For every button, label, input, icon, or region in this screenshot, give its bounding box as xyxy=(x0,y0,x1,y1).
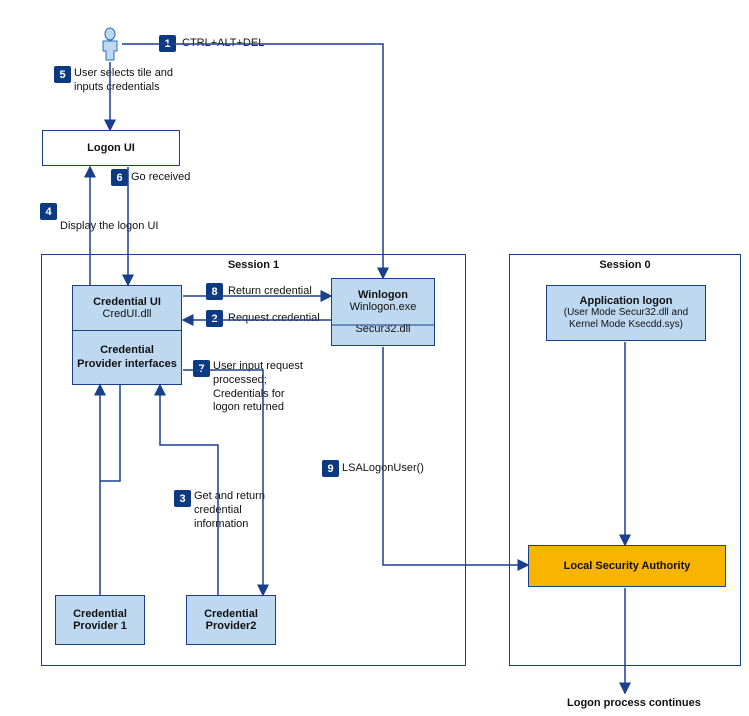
step-9-badge: 9 xyxy=(322,460,339,477)
step-5-badge: 5 xyxy=(54,66,71,83)
step-6-label: Go received xyxy=(131,171,190,185)
session-1-title: Session 1 xyxy=(42,259,465,271)
step-4-badge: 4 xyxy=(40,203,57,220)
cred-ui-title: Credential UI xyxy=(93,296,161,308)
step-7-label: User input request processed; Credential… xyxy=(213,360,308,415)
step-2-label: Request credential xyxy=(228,312,320,326)
step-3-badge: 3 xyxy=(174,490,191,507)
step-5-label: User selects tile and inputs credentials xyxy=(74,67,184,95)
step-4-label: Display the logon UI xyxy=(60,220,158,234)
user-icon xyxy=(99,27,121,64)
box-cred-provider-2: Credential Provider2 xyxy=(186,595,276,645)
cp2-title: Credential Provider2 xyxy=(191,608,271,632)
box-winlogon: Winlogon Winlogon.exe Secur32.dll xyxy=(331,278,435,346)
step-8-label: Return credential xyxy=(228,285,312,299)
lsa-title: Local Security Authority xyxy=(564,560,691,572)
step-3-label: Get and return credential information xyxy=(194,490,274,531)
step-1-badge: 1 xyxy=(159,35,176,52)
cred-prov-if-title: Credential Provider interfaces xyxy=(77,344,177,370)
footer-label: Logon process continues xyxy=(567,697,701,711)
step-7-badge: 7 xyxy=(193,360,210,377)
step-9-label: LSALogonUser() xyxy=(342,462,424,476)
applogon-title: Application logon xyxy=(580,295,673,307)
box-cred-provider-1: Credential Provider 1 xyxy=(55,595,145,645)
box-application-logon: Application logon (User Mode Secur32.dll… xyxy=(546,285,706,341)
box-credential-ui: Credential UI CredUI.dll xyxy=(72,285,182,331)
winlogon-sub1: Winlogon.exe xyxy=(350,301,417,313)
cred-ui-sub: CredUI.dll xyxy=(103,308,152,320)
step-2-badge: 2 xyxy=(206,310,223,327)
box-logon-ui: Logon UI xyxy=(42,130,180,166)
cp1-title: Credential Provider 1 xyxy=(60,608,140,632)
box-lsa: Local Security Authority xyxy=(528,545,726,587)
logon-ui-title: Logon UI xyxy=(87,142,135,154)
box-cred-provider-interfaces: Credential Provider interfaces xyxy=(72,331,182,385)
step-1-label: CTRL+ALT+DEL xyxy=(182,37,264,51)
applogon-sub: (User Mode Secur32.dll and Kernel Mode K… xyxy=(551,307,701,331)
winlogon-sub2: Secur32.dll xyxy=(355,323,410,335)
session-0-title: Session 0 xyxy=(510,259,740,271)
step-6-badge: 6 xyxy=(111,169,128,186)
winlogon-title: Winlogon xyxy=(358,289,408,301)
step-8-badge: 8 xyxy=(206,283,223,300)
